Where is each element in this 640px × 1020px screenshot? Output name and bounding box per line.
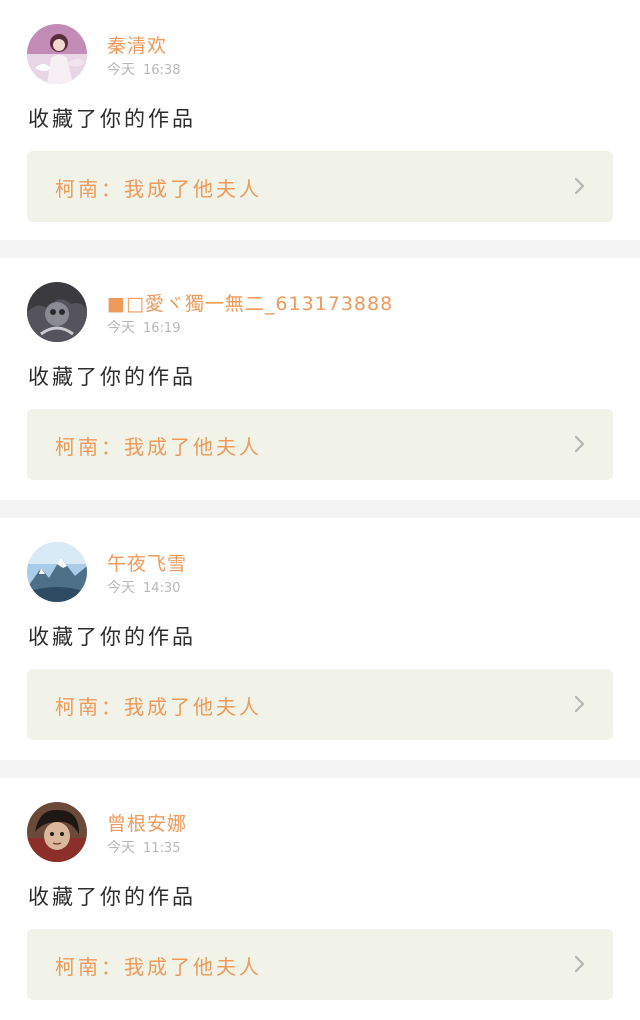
avatar-girl-icon	[27, 24, 87, 84]
work-link[interactable]: 柯南：我成了他夫人	[27, 669, 613, 740]
chevron-right-icon	[569, 434, 589, 454]
action-text: 收藏了你的作品	[28, 885, 196, 909]
timestamp: 今天 16:19	[107, 317, 180, 337]
avatar-dark-icon	[27, 282, 87, 342]
avatar-character-icon	[27, 802, 87, 862]
work-title: 柯南：我成了他夫人	[55, 177, 262, 201]
timestamp-day: 今天	[107, 320, 135, 336]
notification-card: 秦清欢 今天 16:38 收藏了你的作品 柯南：我成了他夫人	[0, 0, 640, 240]
chevron-right-icon	[569, 954, 589, 974]
avatar[interactable]	[27, 802, 87, 862]
work-link[interactable]: 柯南：我成了他夫人	[27, 151, 613, 222]
notification-card: ■□愛ヾ獨一無二_613173888 今天 16:19 收藏了你的作品 柯南：我成…	[0, 258, 640, 500]
work-title: 柯南：我成了他夫人	[55, 695, 262, 719]
avatar[interactable]	[27, 24, 87, 84]
timestamp: 今天 11:35	[107, 837, 180, 857]
action-text: 收藏了你的作品	[28, 107, 196, 131]
timestamp: 今天 16:38	[107, 59, 180, 79]
username[interactable]: 秦清欢	[107, 31, 167, 58]
chevron-right-icon	[569, 694, 589, 714]
timestamp-day: 今天	[107, 840, 135, 856]
work-link[interactable]: 柯南：我成了他夫人	[27, 409, 613, 480]
action-text: 收藏了你的作品	[28, 365, 196, 389]
timestamp-time: 16:38	[143, 63, 181, 78]
timestamp-time: 14:30	[143, 581, 181, 596]
timestamp-time: 11:35	[143, 841, 181, 856]
work-title: 柯南：我成了他夫人	[55, 435, 262, 459]
timestamp-time: 16:19	[143, 321, 181, 336]
chevron-right-icon	[569, 176, 589, 196]
username[interactable]: ■□愛ヾ獨一無二_613173888	[107, 289, 393, 316]
notification-card: 午夜飞雪 今天 14:30 收藏了你的作品 柯南：我成了他夫人	[0, 518, 640, 760]
timestamp: 今天 14:30	[107, 577, 180, 597]
work-link[interactable]: 柯南：我成了他夫人	[27, 929, 613, 1000]
username[interactable]: 曾根安娜	[107, 809, 187, 836]
avatar-mountain-icon	[27, 542, 87, 602]
avatar[interactable]	[27, 282, 87, 342]
timestamp-day: 今天	[107, 62, 135, 78]
notification-feed: 秦清欢 今天 16:38 收藏了你的作品 柯南：我成了他夫人 ■□愛ヾ獨一無二_6…	[0, 0, 640, 1020]
avatar[interactable]	[27, 542, 87, 602]
username[interactable]: 午夜飞雪	[107, 549, 187, 576]
action-text: 收藏了你的作品	[28, 625, 196, 649]
timestamp-day: 今天	[107, 580, 135, 596]
notification-card: 曾根安娜 今天 11:35 收藏了你的作品 柯南：我成了他夫人	[0, 778, 640, 1020]
